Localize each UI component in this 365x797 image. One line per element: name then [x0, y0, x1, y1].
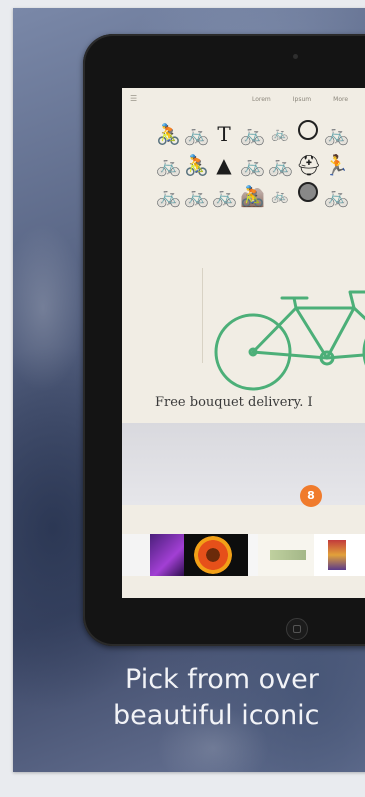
caption-line-1: Pick from over [125, 664, 319, 695]
bicycle-icon[interactable]: 🚲 [324, 182, 349, 210]
bicycle-small-icon[interactable]: 🚲 [268, 120, 292, 148]
thumbnail-purple-flowers[interactable] [150, 534, 184, 576]
helmet-icon[interactable]: ▲ [212, 151, 236, 179]
tool-icon[interactable]: T [212, 120, 236, 148]
bicycle-icon[interactable]: 🚲 [240, 120, 265, 148]
bicycle-icon[interactable]: 🚲 [184, 182, 209, 210]
thumbnail-bouquet[interactable] [314, 534, 354, 576]
cyclist-icon[interactable]: 🚴 [184, 151, 209, 179]
nav-item-1[interactable]: Lorem [252, 96, 271, 103]
bicycle-icon[interactable]: 🚲 [324, 120, 349, 148]
menu-icon[interactable]: ☰ [130, 94, 137, 103]
sunflower-image [194, 536, 232, 574]
content-band [122, 423, 365, 505]
device-screen: ☰ Lorem Ipsum More 🚴 🚲 T 🚲 🚲 🚲 🚲 🚴 ▲ 🚲 🚲… [122, 88, 365, 598]
thumbnail[interactable] [122, 534, 150, 576]
home-button[interactable] [286, 618, 308, 640]
ipad-device-frame: ☰ Lorem Ipsum More 🚴 🚲 T 🚲 🚲 🚲 🚲 🚴 ▲ 🚲 🚲… [83, 34, 365, 646]
wheel-icon[interactable] [298, 120, 318, 140]
helmet-icon[interactable]: ⛑ [296, 151, 321, 179]
wheel-icon[interactable] [298, 182, 318, 202]
thumbnail-illustration[interactable] [258, 534, 314, 576]
bicycle-icon[interactable]: 🚲 [156, 182, 181, 210]
tagline-text: Free bouquet delivery. I [155, 395, 313, 410]
bicycle-icon[interactable]: 🚲 [212, 182, 237, 210]
notification-badge[interactable]: 8 [300, 485, 322, 507]
bicycle-illustration [214, 290, 365, 391]
icon-grid: 🚴 🚲 T 🚲 🚲 🚲 🚲 🚴 ▲ 🚲 🚲 ⛑ 🏃 🚲 🚲 🚲 🚵 🚲 🚲 [156, 120, 365, 213]
cyclist-icon[interactable]: 🚴 [156, 120, 181, 148]
mountain-bike-icon[interactable]: 🚵 [240, 182, 265, 210]
promo-caption: Pick from over beautiful iconic [13, 662, 365, 734]
app-store-screenshot-card: ☰ Lorem Ipsum More 🚴 🚲 T 🚲 🚲 🚲 🚲 🚴 ▲ 🚲 🚲… [13, 8, 365, 772]
icon-row: 🚴 🚲 T 🚲 🚲 🚲 [156, 120, 365, 148]
top-bar: ☰ Lorem Ipsum More [122, 88, 365, 110]
nav-item-3[interactable]: More [333, 96, 348, 103]
camera-dot [293, 54, 298, 59]
icon-row: 🚲 🚴 ▲ 🚲 🚲 ⛑ 🏃 [156, 151, 365, 179]
nav-item-2[interactable]: Ipsum [293, 96, 311, 103]
bicycle-icon[interactable]: 🚲 [240, 151, 265, 179]
thumbnail-strip [122, 534, 365, 576]
icon-row: 🚲 🚲 🚲 🚵 🚲 🚲 [156, 182, 365, 210]
bicycle-icon[interactable]: 🚲 [184, 120, 209, 148]
thumbnail[interactable] [248, 534, 258, 576]
caption-line-2: beautiful iconic [113, 700, 320, 731]
bicycle-small-icon[interactable]: 🚲 [268, 182, 292, 210]
bicycle-icon[interactable]: 🚲 [268, 151, 293, 179]
thumbnail-sunflower[interactable] [184, 534, 248, 576]
bicycle-icon[interactable]: 🚲 [156, 151, 181, 179]
top-nav: Lorem Ipsum More [252, 96, 348, 103]
runner-icon[interactable]: 🏃 [324, 151, 349, 179]
